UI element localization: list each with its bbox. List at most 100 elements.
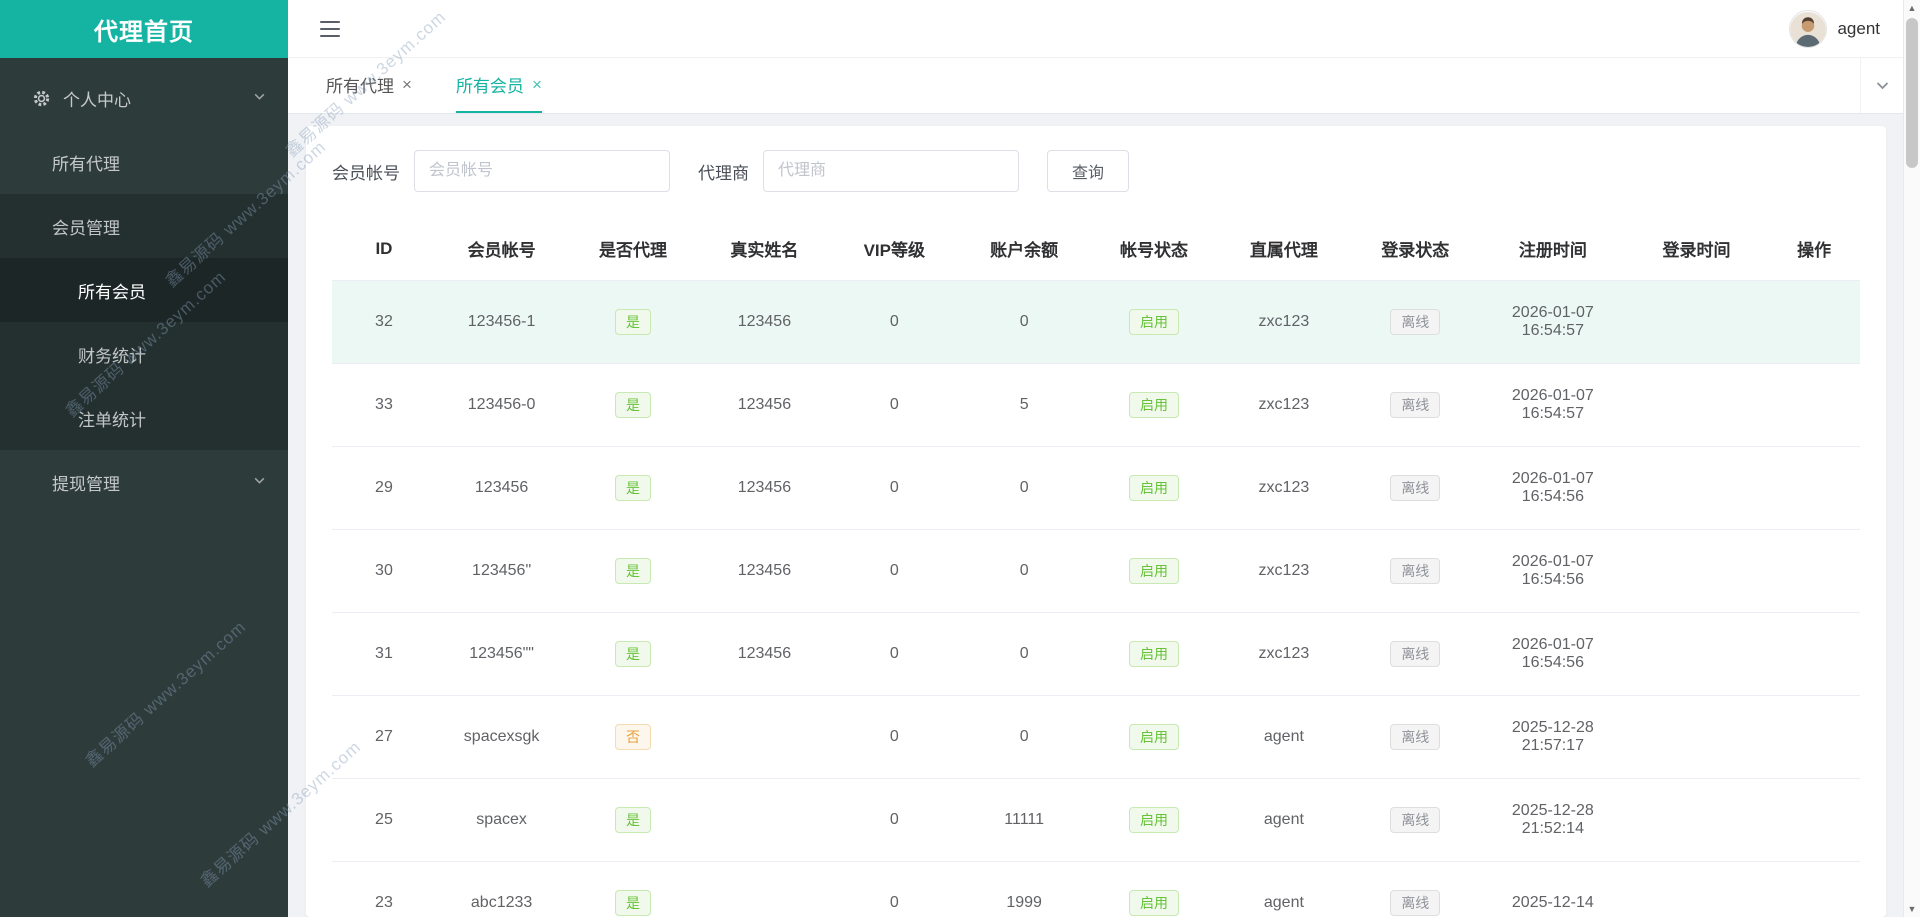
cell-account: 123456-1 [435, 280, 568, 364]
tab-more-button[interactable] [1860, 58, 1904, 113]
cell-parent-agent: agent [1218, 861, 1350, 917]
table-body: 32 123456-1 是 123456 0 0 启用 zxc123 离线 2026-01-07 … [332, 280, 1860, 917]
cell-id: 23 [332, 861, 436, 917]
cell-vip: 0 [830, 695, 959, 779]
sidebar-item-label: 所有会员 [78, 282, 146, 302]
cell-login-status-tag: 离线 [1349, 778, 1482, 862]
column-header-status: 帐号状态 [1089, 218, 1219, 281]
table-row[interactable]: 23 abc1233 是 0 1999 启用 agent 离线 2025-12-14 [332, 861, 1860, 917]
cell-reg-time: 2026-01-07 16:54:56 [1481, 612, 1625, 696]
cell-actions [1768, 363, 1860, 447]
chevron-down-icon [253, 88, 266, 108]
column-header-vip: VIP等级 [830, 218, 959, 281]
is-agent-tag: 是 [615, 557, 651, 584]
tab-all-members[interactable]: 所有会员 × [455, 58, 542, 113]
members-table: ID 会员帐号 是否代理 真实姓名 VIP等级 账户余额 帐号状态 直属代理 登… [332, 218, 1860, 917]
account-status-tag: 启用 [1129, 806, 1180, 833]
table-row[interactable]: 29 123456 是 123456 0 0 启用 zxc123 离线 2026-01-07 16… [332, 446, 1860, 530]
column-header-is-agent: 是否代理 [567, 218, 699, 281]
agent-input[interactable] [763, 150, 1019, 192]
cell-vip: 0 [830, 446, 959, 530]
account-status-tag: 启用 [1129, 474, 1180, 501]
sidebar-item-bet-stats[interactable]: 注单统计 [0, 386, 288, 450]
cell-real-name: 123456 [698, 363, 831, 447]
cell-account-status-tag: 启用 [1089, 363, 1219, 447]
cell-vip: 0 [830, 612, 959, 696]
member-account-input[interactable] [414, 150, 670, 192]
cell-login-time [1624, 612, 1769, 696]
cell-balance: 0 [958, 695, 1090, 779]
table-row[interactable]: 27 spacexsgk 否 0 0 启用 agent 离线 2025-12-28 21:57:… [332, 695, 1860, 779]
avatar [1789, 9, 1828, 48]
sidebar: 代理首页 个人中心 所有代理 会员管理 所有会员 财务统计 注单统计 提现管理 [0, 0, 288, 917]
sidebar-item-withdraw-management[interactable]: 提现管理 [0, 450, 288, 514]
cell-login-status-tag: 离线 [1349, 446, 1482, 530]
cell-is-agent-tag: 是 [567, 612, 699, 696]
member-account-label: 会员帐号 [332, 163, 400, 183]
user-menu[interactable]: agent [1789, 9, 1880, 48]
cell-parent-agent: zxc123 [1218, 363, 1350, 447]
sidebar-item-member-management[interactable]: 会员管理 [0, 194, 288, 258]
cell-account: 123456"" [435, 612, 568, 696]
cell-is-agent-tag: 是 [567, 778, 699, 862]
sidebar-item-finance-stats[interactable]: 财务统计 [0, 322, 288, 386]
chevron-down-icon [253, 472, 266, 492]
column-header-id: ID [332, 218, 436, 281]
cell-real-name: 123456 [698, 612, 831, 696]
cell-parent-agent: agent [1218, 778, 1350, 862]
cell-real-name [698, 695, 831, 779]
cell-login-time [1624, 363, 1769, 447]
page-scrollbar[interactable]: ▲ ▼ [1903, 0, 1920, 917]
column-header-parent-agent: 直属代理 [1218, 218, 1350, 281]
cell-is-agent-tag: 是 [567, 280, 699, 364]
table-row[interactable]: 30 123456" 是 123456 0 0 启用 zxc123 离线 2026-01-07 1… [332, 529, 1860, 613]
account-status-tag: 启用 [1129, 889, 1180, 916]
cell-balance: 11111 [958, 778, 1090, 862]
cell-login-status-tag: 离线 [1349, 280, 1482, 364]
cell-actions [1768, 695, 1860, 779]
tab-bar: 所有代理 × 所有会员 × [288, 58, 1920, 114]
account-status-tag: 启用 [1129, 308, 1180, 335]
cell-actions [1768, 612, 1860, 696]
query-button[interactable]: 查询 [1047, 150, 1130, 192]
column-header-login-time: 登录时间 [1624, 218, 1769, 281]
cell-real-name: 123456 [698, 529, 831, 613]
cell-balance: 0 [958, 280, 1090, 364]
is-agent-tag: 否 [615, 723, 651, 750]
cell-vip: 0 [830, 529, 959, 613]
login-status-tag: 离线 [1390, 640, 1441, 667]
table-header: ID 会员帐号 是否代理 真实姓名 VIP等级 账户余额 帐号状态 直属代理 登… [332, 218, 1860, 281]
sidebar-item-personal-center[interactable]: 个人中心 [0, 66, 288, 130]
scroll-down-arrow[interactable]: ▼ [1904, 901, 1920, 917]
table-row[interactable]: 33 123456-0 是 123456 0 5 启用 zxc123 离线 2026-01-07 … [332, 363, 1860, 447]
menu-toggle-icon[interactable] [314, 15, 346, 43]
table-row[interactable]: 32 123456-1 是 123456 0 0 启用 zxc123 离线 2026-01-07 … [332, 280, 1860, 364]
cell-balance: 0 [958, 612, 1090, 696]
tab-close-icon[interactable]: × [402, 76, 412, 93]
column-header-real-name: 真实姓名 [698, 218, 831, 281]
column-header-account: 会员帐号 [435, 218, 568, 281]
scroll-up-arrow[interactable]: ▲ [1904, 0, 1920, 16]
column-header-login-status: 登录状态 [1349, 218, 1482, 281]
cell-account: 123456-0 [435, 363, 568, 447]
login-status-tag: 离线 [1390, 723, 1441, 750]
table-row[interactable]: 31 123456"" 是 123456 0 0 启用 zxc123 离线 2026-01-07 … [332, 612, 1860, 696]
sidebar-item-all-members[interactable]: 所有会员 [0, 258, 288, 322]
cell-account-status-tag: 启用 [1089, 280, 1219, 364]
content-area: 会员帐号 代理商 查询 ID 会员帐号 [288, 114, 1920, 917]
is-agent-tag: 是 [615, 889, 651, 916]
table-row[interactable]: 25 spacex 是 0 11111 启用 agent 离线 2025-12-28 21:52… [332, 778, 1860, 862]
cell-parent-agent: agent [1218, 695, 1350, 779]
cell-real-name [698, 861, 831, 917]
tab-close-icon[interactable]: × [532, 76, 542, 93]
username: agent [1837, 18, 1880, 38]
tab-all-agents[interactable]: 所有代理 × [326, 58, 412, 113]
cell-reg-time: 2026-01-07 16:54:56 [1481, 529, 1625, 613]
cell-vip: 0 [830, 280, 959, 364]
cell-is-agent-tag: 是 [567, 446, 699, 530]
cell-id: 30 [332, 529, 436, 613]
cell-reg-time: 2025-12-28 21:57:17 [1481, 695, 1625, 779]
scrollbar-thumb[interactable] [1906, 18, 1918, 168]
sidebar-item-all-agents[interactable]: 所有代理 [0, 130, 288, 194]
members-panel: 会员帐号 代理商 查询 ID 会员帐号 [306, 126, 1886, 917]
